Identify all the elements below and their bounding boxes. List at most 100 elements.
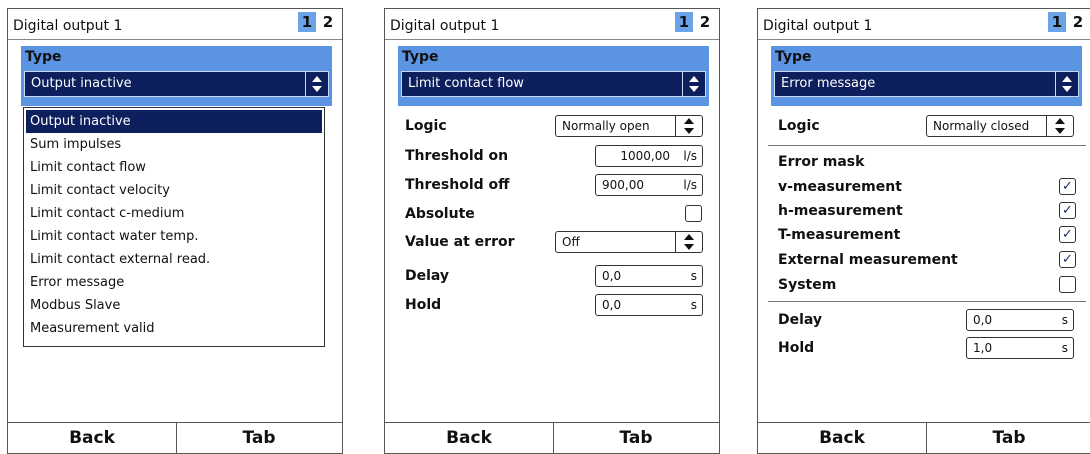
tab-button[interactable]: Tab <box>926 423 1090 453</box>
tab-2-indicator[interactable]: 2 <box>697 12 713 32</box>
threshold-off-unit: l/s <box>683 178 697 192</box>
logic-select[interactable]: Normally closed <box>926 115 1074 137</box>
hold-label: Hold <box>405 297 442 313</box>
logic-select[interactable]: Normally open <box>555 115 703 137</box>
system-label: System <box>778 277 837 293</box>
tab-1-indicator[interactable]: 1 <box>675 12 693 32</box>
h-measurement-label: h-measurement <box>778 203 903 219</box>
system-checkbox[interactable] <box>1059 276 1076 293</box>
dropdown-item-error-message[interactable]: Error message <box>26 271 322 294</box>
select-arrows-icon <box>305 72 328 96</box>
hold-unit: s <box>1061 341 1068 355</box>
t-measurement-row: T-measurement ✓ <box>758 222 1090 248</box>
t-measurement-checkbox[interactable]: ✓ <box>1059 226 1076 243</box>
type-select[interactable]: Limit contact flow <box>401 71 706 97</box>
threshold-off-input[interactable]: 900,00 l/s <box>595 174 703 196</box>
external-measurement-label: External measurement <box>778 252 958 268</box>
threshold-on-label: Threshold on <box>405 148 509 164</box>
hold-value: 1,0 <box>973 341 993 355</box>
panel-type-dropdown: Digital output 1 1 2 Type Output inactiv… <box>7 8 343 454</box>
tab-button[interactable]: Tab <box>176 423 342 453</box>
tab-1-indicator[interactable]: 1 <box>1048 12 1066 32</box>
threshold-off-value: 900,00 <box>602 178 644 192</box>
threshold-on-input[interactable]: 1000,00 l/s <box>595 145 703 167</box>
divider <box>768 145 1086 146</box>
type-label: Type <box>25 49 62 65</box>
logic-label: Logic <box>405 118 447 134</box>
select-arrows-icon <box>676 232 702 252</box>
dropdown-item-limit-contact-velocity[interactable]: Limit contact velocity <box>26 179 322 202</box>
tab-button[interactable]: Tab <box>553 423 719 453</box>
type-label: Type <box>402 49 439 65</box>
threshold-off-row: Threshold off 900,00 l/s <box>385 172 719 198</box>
delay-row: Delay 0,0 s <box>385 263 719 289</box>
bottom-bar: Back Tab <box>8 422 342 453</box>
value-at-error-value: Off <box>562 235 580 249</box>
type-select-value: Error message <box>781 76 876 91</box>
type-section: Type Limit contact flow <box>398 46 709 106</box>
logic-select-value: Normally closed <box>933 119 1030 133</box>
hold-row: Hold 1,0 s <box>758 335 1090 361</box>
type-label: Type <box>775 49 812 65</box>
type-select-value: Output inactive <box>31 76 132 91</box>
absolute-checkbox[interactable] <box>685 205 702 222</box>
page-title: Digital output 1 <box>390 18 500 34</box>
value-at-error-select[interactable]: Off <box>555 231 703 253</box>
back-button[interactable]: Back <box>758 423 927 453</box>
type-select[interactable]: Output inactive <box>24 71 329 97</box>
back-button[interactable]: Back <box>385 423 554 453</box>
v-measurement-label: v-measurement <box>778 179 902 195</box>
delay-input[interactable]: 0,0 s <box>966 309 1074 331</box>
back-button[interactable]: Back <box>8 423 177 453</box>
v-measurement-row: v-measurement ✓ <box>758 174 1090 200</box>
dropdown-item-limit-contact-c-medium[interactable]: Limit contact c-medium <box>26 202 322 225</box>
hold-row: Hold 0,0 s <box>385 292 719 318</box>
delay-label: Delay <box>405 268 450 284</box>
delay-value: 0,0 <box>602 269 622 283</box>
dropdown-item-output-inactive[interactable]: Output inactive <box>26 110 322 133</box>
logic-row: Logic Normally open <box>385 113 719 139</box>
absolute-label: Absolute <box>405 206 475 222</box>
threshold-on-value: 1000,00 <box>620 149 670 163</box>
hold-label: Hold <box>778 340 815 356</box>
divider <box>768 301 1086 302</box>
hold-input[interactable]: 1,0 s <box>966 337 1074 359</box>
delay-value: 0,0 <box>973 313 993 327</box>
bottom-bar: Back Tab <box>758 422 1090 453</box>
v-measurement-checkbox[interactable]: ✓ <box>1059 178 1076 195</box>
system-row: System <box>758 272 1090 298</box>
hold-unit: s <box>690 298 697 312</box>
external-measurement-checkbox[interactable]: ✓ <box>1059 251 1076 268</box>
delay-input[interactable]: 0,0 s <box>595 265 703 287</box>
error-mask-header: Error mask <box>758 149 1090 175</box>
delay-row: Delay 0,0 s <box>758 307 1090 333</box>
hold-value: 0,0 <box>602 298 622 312</box>
t-measurement-label: T-measurement <box>778 227 901 243</box>
tab-1-indicator[interactable]: 1 <box>298 12 316 32</box>
title-bar: Digital output 1 1 2 <box>758 9 1090 40</box>
page-title: Digital output 1 <box>763 18 873 34</box>
logic-label: Logic <box>778 118 820 134</box>
delay-unit: s <box>690 269 697 283</box>
dropdown-item-modbus-slave[interactable]: Modbus Slave <box>26 294 322 317</box>
tab-2-indicator[interactable]: 2 <box>1070 12 1086 32</box>
select-arrows-icon <box>682 72 705 96</box>
h-measurement-checkbox[interactable]: ✓ <box>1059 202 1076 219</box>
select-arrows-icon <box>676 116 702 136</box>
threshold-on-unit: l/s <box>683 149 697 163</box>
dropdown-item-sum-impulses[interactable]: Sum impulses <box>26 133 322 156</box>
tab-2-indicator[interactable]: 2 <box>320 12 336 32</box>
value-at-error-row: Value at error Off <box>385 229 719 255</box>
type-select[interactable]: Error message <box>774 71 1079 97</box>
dropdown-item-limit-contact-flow[interactable]: Limit contact flow <box>26 156 322 179</box>
type-section: Type Error message <box>771 46 1082 106</box>
external-measurement-row: External measurement ✓ <box>758 247 1090 273</box>
hold-input[interactable]: 0,0 s <box>595 294 703 316</box>
bottom-bar: Back Tab <box>385 422 719 453</box>
dropdown-item-limit-contact-water-temp[interactable]: Limit contact water temp. <box>26 225 322 248</box>
type-section: Type Output inactive <box>21 46 332 106</box>
dropdown-item-measurement-valid[interactable]: Measurement valid <box>26 317 322 340</box>
dropdown-item-limit-contact-external-read[interactable]: Limit contact external read. <box>26 248 322 271</box>
type-select-value: Limit contact flow <box>408 76 524 91</box>
title-bar: Digital output 1 1 2 <box>8 9 342 40</box>
